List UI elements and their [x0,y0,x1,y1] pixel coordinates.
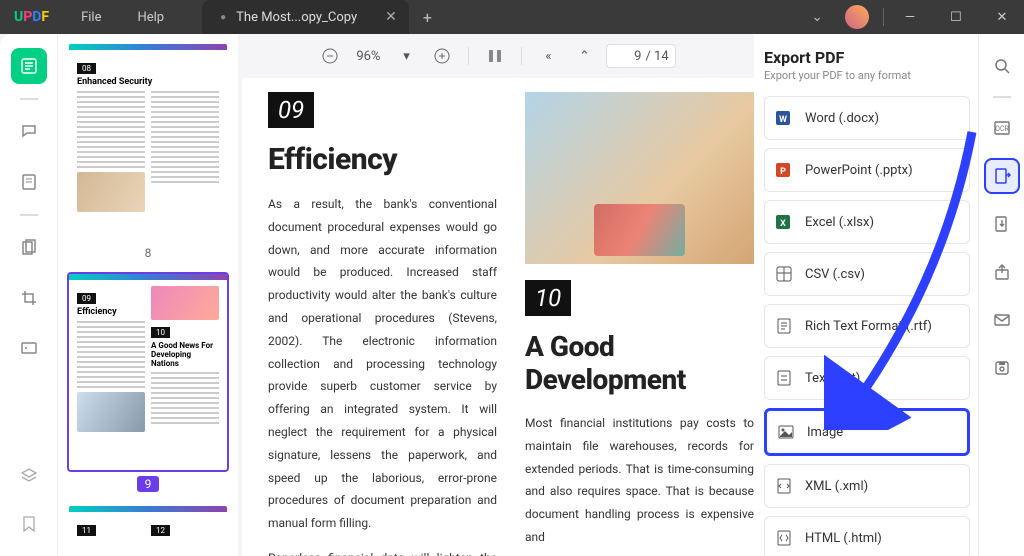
svg-text:P: P [780,167,786,177]
form-tool-button[interactable] [11,330,47,366]
powerpoint-icon: P [775,161,793,179]
excel-icon: X [775,213,793,231]
convert-button[interactable] [984,206,1020,242]
xml-icon [775,477,793,495]
titlebar: UPDF File Help ● The Most...opy_Copy ✕ +… [0,0,1024,34]
page-tool-button[interactable] [11,230,47,266]
zoom-level: 96% [352,49,384,64]
page-thumbnail[interactable]: 11 12 [67,504,229,544]
export-option-xml[interactable]: XML (.xml) [764,464,970,508]
export-option-word[interactable]: W Word (.docx) [764,96,970,140]
page-input[interactable] [613,45,645,67]
edit-tool-button[interactable] [11,164,47,200]
section-number: 10 [525,280,571,316]
menu-file[interactable]: File [63,10,119,25]
body-text: Most financial institutions pay costs to… [525,412,754,549]
hero-image [525,92,754,264]
export-option-csv[interactable]: CSV (.csv) [764,252,970,296]
export-option-text[interactable]: Text (.txt) [764,356,970,400]
svg-text:W: W [779,115,787,125]
export-title: Export PDF [764,48,970,67]
csv-icon [775,265,793,283]
page-thumbnail[interactable]: 09 Efficiency 10 A Good News For Develop… [67,272,229,496]
export-option-powerpoint[interactable]: P PowerPoint (.pptx) [764,148,970,192]
save-button[interactable] [984,350,1020,386]
first-page-button[interactable]: « [534,42,562,70]
svg-text:X: X [780,219,786,229]
search-button[interactable] [984,48,1020,84]
email-button[interactable] [984,302,1020,338]
export-button[interactable] [984,158,1020,194]
tab-close-icon[interactable]: ✕ [385,9,397,25]
tab-dot-icon: ● [220,12,226,23]
left-tool-rail [0,34,58,556]
document-page: 09 Efficiency As a result, the bank's co… [242,78,754,556]
export-panel: Export PDF Export your PDF to any format… [754,34,978,556]
tab-title: The Most...opy_Copy [236,10,357,25]
thumbnail-label: 8 [67,242,229,264]
comment-tool-button[interactable] [11,114,47,150]
right-tool-rail: OCR [978,34,1024,556]
html-icon [775,529,793,547]
user-avatar[interactable] [845,5,869,29]
view-toolbar: 96% ▾ « ⌃ / 14 [238,34,754,78]
body-text: As a result, the bank's conventional doc… [268,193,497,535]
export-option-rtf[interactable]: Rich Text Format (.rtf) [764,304,970,348]
chevron-down-icon[interactable]: ⌄ [801,9,833,25]
zoom-out-button[interactable] [316,42,344,70]
reader-mode-button[interactable] [11,48,47,84]
body-text: Paperless financial data will lighten th… [268,547,497,556]
section-title: Efficiency [268,142,497,177]
document-view: 96% ▾ « ⌃ / 14 09 Efficiency As a result… [238,34,754,556]
document-tab[interactable]: ● The Most...opy_Copy ✕ [202,0,409,34]
page-indicator[interactable]: / 14 [606,44,675,68]
layers-button[interactable] [11,458,47,494]
export-option-image[interactable]: Image [764,408,970,456]
window-maximize-button[interactable]: ☐ [934,0,978,34]
window-minimize-button[interactable]: — [888,0,932,34]
section-number: 09 [268,92,314,128]
word-icon: W [775,109,793,127]
page-total: 14 [654,49,669,64]
bookmark-button[interactable] [11,506,47,542]
section-title: A Good Development [525,330,754,396]
text-icon [775,369,793,387]
thumbnail-label: 9 [67,472,229,496]
export-option-html[interactable]: HTML (.html) [764,516,970,556]
share-button[interactable] [984,254,1020,290]
zoom-in-button[interactable] [428,42,456,70]
thumbnail-panel: 08 Enhanced Security 8 09 Ef [58,34,238,556]
image-icon [777,423,795,441]
crop-tool-button[interactable] [11,280,47,316]
page-layout-button[interactable] [481,42,509,70]
page-column-b: 10 A Good Development Most financial ins… [525,92,754,556]
add-tab-button[interactable]: + [409,8,446,27]
app-logo: UPDF [0,9,63,25]
page-column-a: 09 Efficiency As a result, the bank's co… [268,92,497,556]
window-close-button[interactable]: ✕ [980,0,1024,34]
ocr-button[interactable]: OCR [984,110,1020,146]
page-thumbnail[interactable]: 08 Enhanced Security 8 [67,42,229,264]
zoom-dropdown-button[interactable]: ▾ [392,42,420,70]
menu-help[interactable]: Help [119,10,182,25]
scroll-up-button[interactable]: ⌃ [570,42,598,70]
export-subtitle: Export your PDF to any format [764,69,970,82]
rtf-icon [775,317,793,335]
export-option-excel[interactable]: X Excel (.xlsx) [764,200,970,244]
svg-text:OCR: OCR [995,125,1009,133]
